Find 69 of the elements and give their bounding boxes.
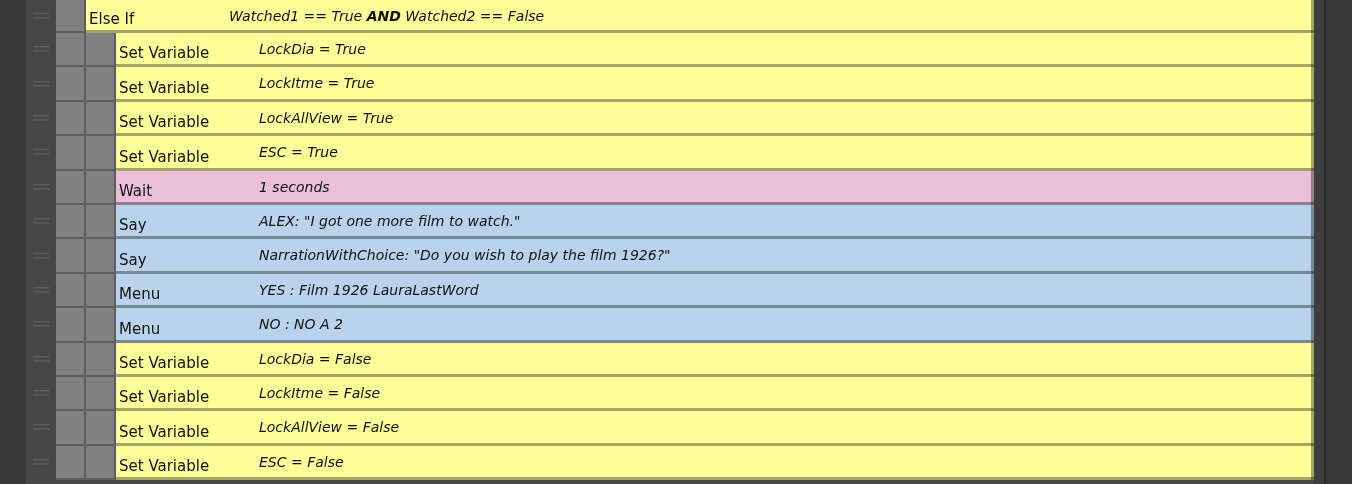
command-name: Set Variable <box>118 422 211 443</box>
command-name: Set Variable <box>118 113 211 134</box>
indent-block <box>56 136 86 171</box>
indent-block <box>56 445 86 481</box>
indent-block <box>56 239 86 274</box>
indent-block <box>86 170 116 205</box>
indent-block <box>56 376 86 412</box>
command-summary: Watched1 == True AND Watched2 == False <box>229 7 545 26</box>
indent-block <box>86 204 116 240</box>
indent-block <box>86 67 116 102</box>
command-row[interactable]: Set Variable LockItme = True <box>116 67 1314 102</box>
command-name: Set Variable <box>118 388 211 409</box>
command-row[interactable]: Set Variable LockDia = False <box>116 342 1314 377</box>
command-summary: ALEX: "I got one more film to watch." <box>259 211 521 231</box>
command-summary: LockDia = True <box>259 40 366 59</box>
command-summary: LockDia = False <box>259 349 372 369</box>
indent-block <box>86 411 116 446</box>
command-row[interactable]: Set Variable LockAllView = True <box>116 101 1314 137</box>
command-summary: ESC = False <box>259 452 344 472</box>
indent-block <box>56 101 86 137</box>
command-summary: LockItme = False <box>259 383 381 403</box>
command-summary: LockAllView = True <box>259 108 394 128</box>
indent-block <box>56 0 86 33</box>
command-row[interactable]: Set Variable ESC = True <box>116 136 1314 171</box>
command-name: Menu <box>118 285 162 306</box>
command-name: Else If <box>88 10 136 30</box>
command-name: Say <box>118 250 148 271</box>
command-summary: 1 seconds <box>259 177 330 197</box>
indent-block <box>56 204 86 240</box>
indent-block <box>56 170 86 205</box>
command-row[interactable]: Say NarrationWithChoice: "Do you wish to play the film 1926?" <box>116 239 1314 274</box>
indent-block <box>86 101 116 137</box>
indent-block <box>86 445 116 481</box>
command-name: Set Variable <box>118 457 211 478</box>
indent-block <box>86 273 116 309</box>
indent-block <box>86 136 116 171</box>
command-row[interactable]: Set Variable LockItme = False <box>116 376 1314 412</box>
command-row[interactable]: Set Variable LockDia = True <box>116 33 1314 68</box>
indent-block <box>86 342 116 377</box>
indent-block <box>56 33 86 68</box>
command-row[interactable]: Menu NO : NO A 2 <box>116 308 1314 343</box>
command-summary: NO : NO A 2 <box>259 315 343 335</box>
command-summary: YES : Film 1926 LauraLastWord <box>259 280 479 300</box>
indent-block <box>86 376 116 412</box>
command-summary: LockItme = True <box>259 74 375 94</box>
indent-block <box>86 308 116 343</box>
command-name: Set Variable <box>118 147 211 168</box>
indent-block <box>86 239 116 274</box>
command-summary: ESC = True <box>259 143 338 163</box>
indent-block <box>86 33 116 68</box>
command-name: Set Variable <box>118 353 211 374</box>
command-row[interactable]: Say ALEX: "I got one more film to watch." <box>116 204 1314 240</box>
indent-block <box>56 308 86 343</box>
command-name: Menu <box>118 319 162 340</box>
command-summary: LockAllView = False <box>259 418 400 438</box>
command-row[interactable]: Wait 1 seconds <box>116 170 1314 205</box>
command-summary: NarrationWithChoice: "Do you wish to play the film 1926?" <box>259 246 671 266</box>
command-name: Set Variable <box>118 44 211 65</box>
indent-block <box>56 411 86 446</box>
command-name: Say <box>118 216 148 237</box>
command-row[interactable]: Else If Watched1 == True AND Watched2 == False <box>86 0 1314 33</box>
command-row[interactable]: Set Variable ESC = False <box>116 445 1314 481</box>
command-row[interactable]: Menu YES : Film 1926 LauraLastWord <box>116 273 1314 309</box>
indent-block <box>56 342 86 377</box>
command-name: Wait <box>118 181 154 202</box>
command-name: Set Variable <box>118 78 211 99</box>
indent-block <box>56 273 86 309</box>
command-row[interactable]: Set Variable LockAllView = False <box>116 411 1314 446</box>
indent-block <box>56 67 86 102</box>
